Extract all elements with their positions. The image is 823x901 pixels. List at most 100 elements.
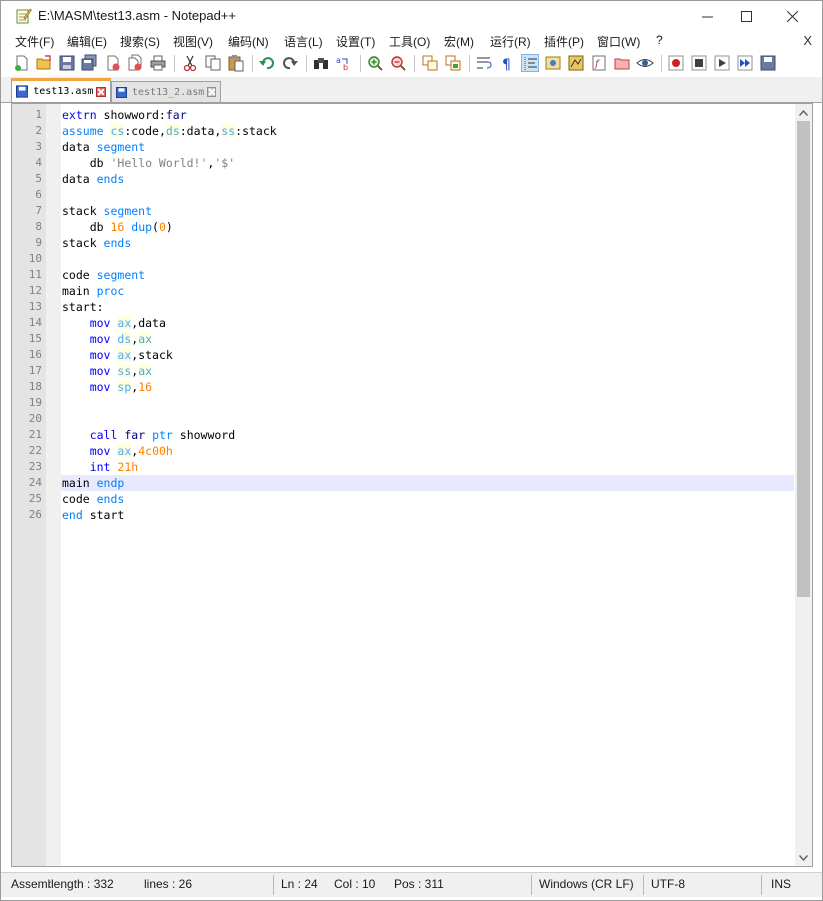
- paste-button[interactable]: [227, 54, 245, 72]
- status-position: Pos : 311: [394, 877, 444, 891]
- code-line[interactable]: 16 mov ax,stack: [29, 347, 794, 363]
- find-button[interactable]: [312, 54, 330, 72]
- code-token: mov: [89, 364, 111, 378]
- code-line[interactable]: 4 db 'Hello World!','$': [35, 155, 794, 171]
- save-all-button[interactable]: [80, 54, 98, 72]
- sync-vertical-button[interactable]: [421, 54, 439, 72]
- new-file-button[interactable]: [13, 54, 31, 72]
- redo-button[interactable]: [281, 54, 299, 72]
- close-all-button[interactable]: [126, 54, 144, 72]
- line-number: 26: [28, 508, 42, 521]
- cut-button[interactable]: [181, 54, 199, 72]
- code-line[interactable]: 17 mov ss,ax: [29, 363, 794, 379]
- close-document-button[interactable]: X: [803, 33, 812, 48]
- user-language-button[interactable]: [544, 54, 562, 72]
- tab-test13-2-asm[interactable]: test13_2.asm: [111, 81, 221, 102]
- menu-tools[interactable]: 工具(O): [389, 33, 430, 50]
- monitoring-button[interactable]: [636, 54, 654, 72]
- undo-button[interactable]: [258, 54, 276, 72]
- indent-guide-button[interactable]: [521, 54, 539, 72]
- menu-encoding[interactable]: 编码(N): [228, 33, 269, 50]
- code-editor[interactable]: 1 extrn showword:far 2 assume cs:code,ds:da…: [11, 103, 813, 867]
- close-window-button[interactable]: [769, 1, 815, 31]
- code-line[interactable]: 1 extrn showword:far: [35, 107, 794, 123]
- title-bar[interactable]: E:\MASM\test13.asm - Notepad++: [1, 1, 822, 31]
- status-insert-mode[interactable]: INS: [763, 873, 819, 895]
- word-wrap-button[interactable]: [475, 54, 493, 72]
- code-line[interactable]: 23 int 21h: [29, 459, 794, 475]
- code-line[interactable]: 22 mov ax,4c00h: [29, 443, 794, 459]
- menu-edit[interactable]: 编辑(E): [67, 33, 107, 50]
- saved-file-icon: [116, 86, 127, 98]
- menu-view[interactable]: 视图(V): [173, 33, 213, 50]
- tab-close-icon[interactable]: [207, 87, 216, 97]
- code-line[interactable]: 9 stack ends: [35, 235, 794, 251]
- code-line[interactable]: 10: [29, 251, 794, 267]
- open-file-button[interactable]: [35, 54, 53, 72]
- code-line-text: code ends: [62, 491, 124, 507]
- code-line[interactable]: 15 mov ds,ax: [29, 331, 794, 347]
- code-line[interactable]: 2 assume cs:code,ds:data,ss:stack: [35, 123, 794, 139]
- zoom-out-button[interactable]: [389, 54, 407, 72]
- menu-language[interactable]: 语言(L): [284, 33, 323, 50]
- show-all-chars-button[interactable]: ¶: [498, 54, 516, 72]
- menu-help[interactable]: ?: [656, 33, 663, 47]
- menu-window[interactable]: 窗口(W): [597, 33, 640, 50]
- code-line[interactable]: 18 mov sp,16: [29, 379, 794, 395]
- code-line-text: code segment: [62, 267, 145, 283]
- play-macro-button[interactable]: [713, 54, 731, 72]
- code-line[interactable]: 26 end start: [29, 507, 794, 523]
- code-token: dup: [131, 220, 153, 234]
- menu-file[interactable]: 文件(F): [15, 33, 54, 50]
- maximize-button[interactable]: [723, 1, 769, 31]
- replace-button[interactable]: ab: [335, 54, 353, 72]
- code-line[interactable]: 6: [35, 187, 794, 203]
- close-file-button[interactable]: [104, 54, 122, 72]
- print-button[interactable]: [149, 54, 167, 72]
- fold-margin[interactable]: [46, 104, 61, 866]
- function-list-button[interactable]: f: [590, 54, 608, 72]
- menu-plugins[interactable]: 插件(P): [544, 33, 584, 50]
- stop-macro-button[interactable]: [690, 54, 708, 72]
- copy-button[interactable]: [204, 54, 222, 72]
- code-line[interactable]: 20: [29, 411, 794, 427]
- code-token: (: [152, 220, 159, 234]
- tab-test13-asm[interactable]: test13.asm: [11, 78, 111, 102]
- scroll-down-button[interactable]: [795, 849, 812, 866]
- save-macro-button[interactable]: [759, 54, 777, 72]
- status-eol-format[interactable]: Windows (CR LF): [531, 873, 643, 895]
- code-token: data: [62, 172, 97, 186]
- code-line[interactable]: 14 mov ax,data: [29, 315, 794, 331]
- code-line[interactable]: 11 code segment: [29, 267, 794, 283]
- record-macro-button[interactable]: [667, 54, 685, 72]
- tab-close-icon[interactable]: [96, 86, 106, 97]
- scrollbar-thumb[interactable]: [797, 121, 810, 597]
- menu-settings[interactable]: 设置(T): [336, 33, 375, 50]
- code-line[interactable]: 5 data ends: [35, 171, 794, 187]
- save-button[interactable]: [58, 54, 76, 72]
- code-line[interactable]: 8 db 16 dup(0): [35, 219, 794, 235]
- code-line[interactable]: 13 start:: [29, 299, 794, 315]
- menu-macro[interactable]: 宏(M): [444, 33, 474, 50]
- code-line[interactable]: 7 stack segment: [35, 203, 794, 219]
- code-line[interactable]: 24 main endp: [29, 475, 794, 491]
- scroll-up-button[interactable]: [795, 104, 812, 121]
- doc-map-button[interactable]: [567, 54, 585, 72]
- code-line[interactable]: 3 data segment: [35, 139, 794, 155]
- status-encoding[interactable]: UTF-8: [643, 873, 761, 895]
- code-line[interactable]: 12 main proc: [29, 283, 794, 299]
- code-line[interactable]: 21 call far ptr showword: [29, 427, 794, 443]
- code-token: segment: [96, 140, 146, 154]
- zoom-in-button[interactable]: [366, 54, 384, 72]
- code-line[interactable]: 19: [29, 395, 794, 411]
- status-length: length : 332: [51, 877, 114, 891]
- code-line[interactable]: 25 code ends: [29, 491, 794, 507]
- folder-workspace-button[interactable]: [613, 54, 631, 72]
- sync-horizontal-button[interactable]: [444, 54, 462, 72]
- vertical-scrollbar[interactable]: [795, 104, 812, 866]
- run-macro-multiple-button[interactable]: [736, 54, 754, 72]
- code-text-area[interactable]: 1 extrn showword:far 2 assume cs:code,ds:da…: [29, 107, 794, 523]
- menu-run[interactable]: 运行(R): [490, 33, 531, 50]
- code-token: cs: [110, 124, 125, 138]
- menu-search[interactable]: 搜索(S): [120, 33, 160, 50]
